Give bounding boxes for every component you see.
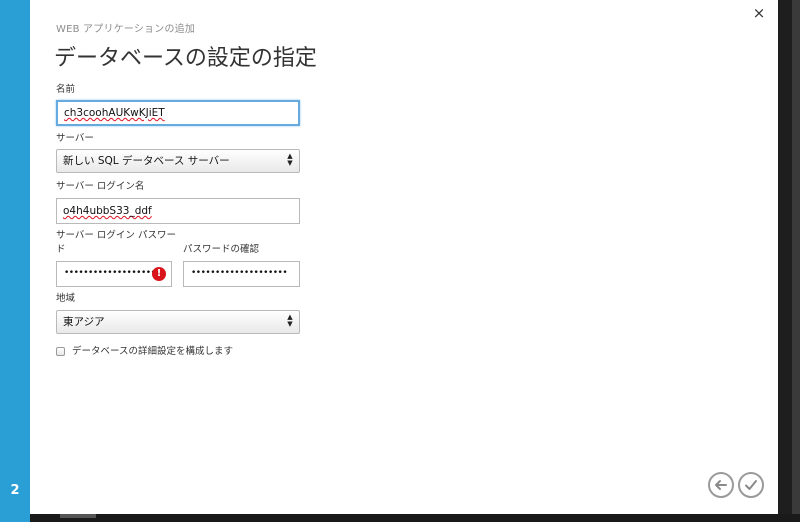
name-value: ch3coohAUKwKJiET	[64, 107, 165, 119]
close-icon[interactable]: ×	[750, 4, 768, 22]
advanced-settings-label: データベースの詳細設定を構成します	[72, 346, 234, 357]
login-label: サーバー ログイン名	[56, 181, 145, 192]
name-label: 名前	[56, 84, 76, 95]
error-icon: !	[152, 267, 166, 281]
password-label: サーバー ログイン パスワー ド	[56, 229, 186, 257]
name-input[interactable]: ch3coohAUKwKJiET	[56, 100, 300, 126]
login-input[interactable]: o4h4ubbS33_ddf	[56, 198, 300, 224]
page-title: データベースの設定の指定	[54, 46, 317, 71]
server-select[interactable]: 新しい SQL データベース サーバー ▲ ▼	[56, 149, 300, 173]
password-label-line2: ド	[56, 244, 66, 255]
wizard-step-rail: 2	[0, 0, 30, 522]
background-taskbar	[30, 514, 800, 522]
confirm-password-dots: ••••••••••••••••••••	[191, 268, 288, 278]
wizard-dialog: × WEB アプリケーションの追加 データベースの設定の指定 名前 ch3coo…	[30, 0, 778, 514]
password-label-line1: サーバー ログイン パスワー	[56, 230, 176, 241]
confirm-password-label: パスワードの確認	[183, 244, 260, 255]
finish-button[interactable]	[738, 472, 764, 498]
background-strip	[792, 0, 800, 522]
advanced-settings-checkbox[interactable]	[56, 347, 65, 356]
login-value: o4h4ubbS33_ddf	[63, 205, 152, 217]
region-selected-value: 東アジア	[63, 316, 105, 328]
region-label: 地域	[56, 293, 76, 304]
background-area	[778, 0, 800, 522]
step-number: 2	[10, 483, 20, 498]
password-input[interactable]: •••••••••••••••••••• !	[56, 261, 172, 287]
confirm-password-input[interactable]: ••••••••••••••••••••	[183, 261, 300, 287]
select-arrows-icon: ▲ ▼	[287, 152, 293, 167]
server-selected-value: 新しい SQL データベース サーバー	[63, 155, 230, 167]
arrow-left-icon	[715, 480, 727, 490]
back-button[interactable]	[708, 472, 734, 498]
password-dots: ••••••••••••••••••••	[64, 268, 161, 278]
checkmark-icon	[745, 480, 757, 490]
background-taskbar-item	[60, 514, 96, 518]
server-label: サーバー	[56, 133, 94, 144]
select-arrows-icon: ▲ ▼	[287, 313, 293, 328]
wizard-subtitle: WEB アプリケーションの追加	[56, 24, 196, 35]
region-select[interactable]: 東アジア ▲ ▼	[56, 310, 300, 334]
